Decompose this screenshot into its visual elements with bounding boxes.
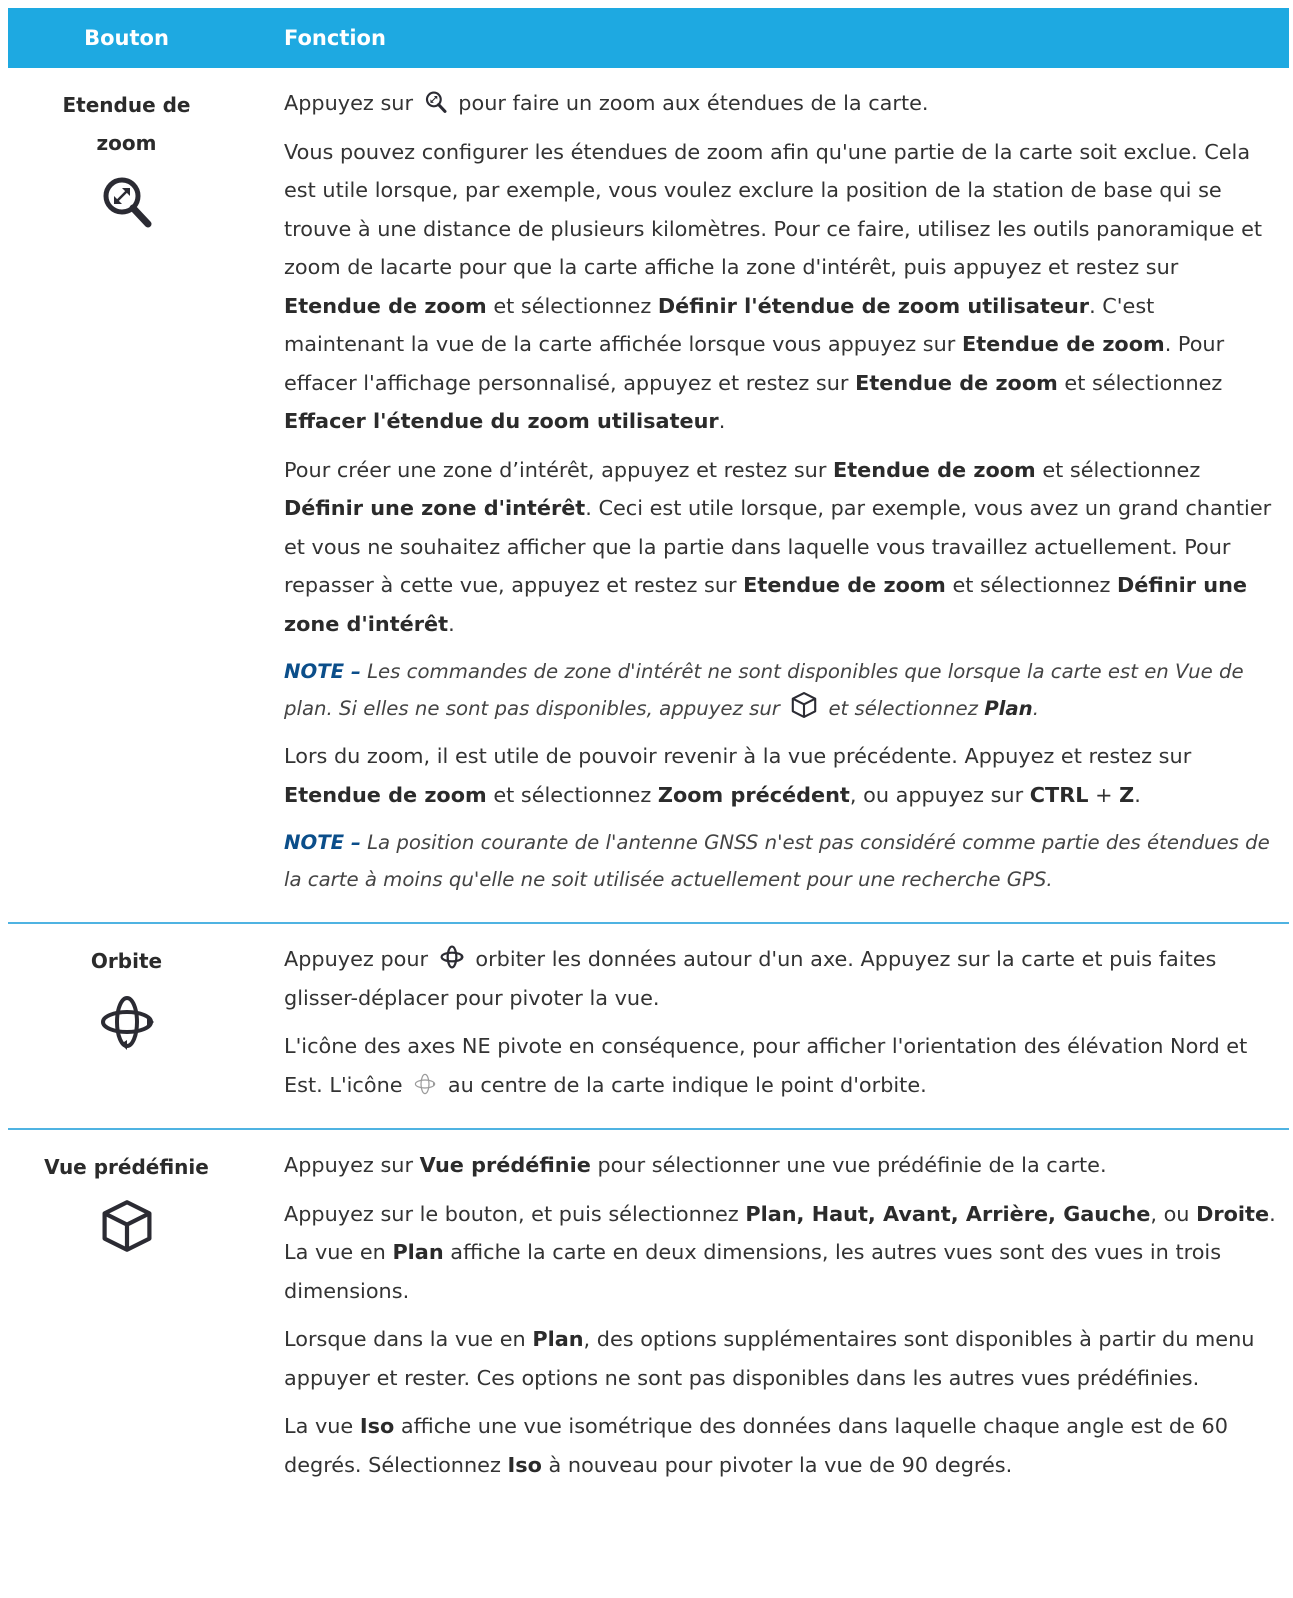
header-fonction: Fonction	[284, 26, 386, 50]
function-cell: Appuyez sur pour faire un zoom aux étend…	[245, 68, 1289, 922]
bold-term: Etendue de zoom	[855, 370, 1058, 395]
text: pour sélectionner une vue prédéfinie de …	[597, 1153, 1107, 1177]
bold-term: Définir une zone d'intérêt	[284, 496, 586, 520]
bold-term: Etendue de zoom	[743, 573, 946, 597]
bold-term: Vue prédéfinie	[419, 1153, 591, 1177]
table-row-predefined-view: Vue prédéfinie Appuyez sur Vue prédéfini…	[8, 1130, 1289, 1508]
button-name: Etendue de zoom	[8, 86, 245, 162]
bold-term: Iso	[507, 1452, 542, 1477]
cube-inline-icon	[791, 692, 817, 718]
paragraph: Lorsque dans la vue en Plan, des options…	[284, 1320, 1279, 1397]
text: à nouveau pour pivoter la vue de 90 degr…	[548, 1452, 1013, 1477]
key-ctrl: CTRL	[1029, 782, 1089, 807]
text: et sélectionnez	[493, 293, 652, 318]
text: et sélectionnez	[952, 573, 1111, 597]
zoom-extents-inline-icon	[425, 91, 447, 113]
text: .	[1134, 782, 1141, 807]
cube-icon[interactable]	[99, 1198, 155, 1254]
text: et sélectionnez	[1042, 457, 1201, 482]
bold-term: Effacer l'étendue du zoom utilisateur	[284, 409, 719, 433]
bold-term: Plan, Haut, Avant, Arrière, Gauche	[745, 1201, 1151, 1226]
button-name: Vue prédéfinie	[44, 1155, 209, 1179]
text: Lors du zoom, il est utile de pouvoir re…	[284, 744, 1192, 768]
bold-term: Plan	[984, 697, 1033, 720]
text: pour faire un zoom aux étendues de la ca…	[458, 91, 929, 115]
zoom-extents-icon[interactable]	[100, 174, 154, 230]
orbit-point-icon	[415, 1073, 436, 1094]
paragraph: La vue Iso affiche une vue isométrique d…	[284, 1407, 1279, 1484]
function-cell: Appuyez sur Vue prédéfinie pour sélectio…	[245, 1130, 1289, 1508]
bold-term: Définir l'étendue de zoom utilisateur	[657, 293, 1090, 318]
button-cell: Vue prédéfinie	[8, 1130, 245, 1508]
bold-term: Zoom précédent	[657, 782, 850, 807]
table-row-orbit: Orbite Appuyez pour orbiter les données …	[8, 924, 1289, 1130]
text: La position courante de l'antenne GNSS n…	[284, 831, 1270, 891]
text: , ou appuyez sur	[849, 782, 1024, 807]
paragraph: Appuyez pour orbiter les données autour …	[284, 940, 1279, 1017]
button-cell: Etendue de zoom	[8, 68, 245, 922]
button-cell: Orbite	[8, 924, 245, 1128]
text: Appuyez sur	[284, 1153, 414, 1177]
paragraph: Pour créer une zone d’intérêt, appuyez e…	[284, 451, 1279, 644]
function-cell: Appuyez pour orbiter les données autour …	[245, 924, 1289, 1128]
button-function-table: Bouton Fonction Etendue de zoom Appuyez …	[8, 8, 1289, 1508]
text: et sélectionnez	[828, 697, 978, 720]
text: Pour créer une zone d’intérêt, appuyez e…	[284, 457, 827, 482]
bold-term: Plan	[392, 1240, 444, 1264]
text: au centre de la carte indique le point d…	[447, 1072, 927, 1097]
note: NOTE – Les commandes de zone d'intérêt n…	[284, 653, 1279, 727]
text: La vue	[284, 1414, 354, 1438]
key-z: Z	[1119, 782, 1135, 807]
text: .	[1032, 697, 1039, 720]
bold-term: Etendue de zoom	[284, 782, 487, 807]
paragraph: Appuyez sur Vue prédéfinie pour sélectio…	[284, 1146, 1279, 1185]
bold-term: Droite	[1196, 1201, 1270, 1226]
paragraph: Appuyez sur pour faire un zoom aux étend…	[284, 84, 1279, 123]
text: .	[718, 409, 726, 433]
table-row-zoom-extents: Etendue de zoom Appuyez sur pour faire u…	[8, 68, 1289, 924]
paragraph: Appuyez sur le bouton, et puis sélection…	[284, 1195, 1279, 1311]
text: Lorsque dans la vue en	[284, 1327, 526, 1351]
text: et sélectionnez	[493, 782, 652, 807]
paragraph: L'icône des axes NE pivote en conséquenc…	[284, 1027, 1279, 1104]
text: , ou	[1150, 1201, 1190, 1226]
note: NOTE – La position courante de l'antenne…	[284, 824, 1279, 898]
bold-term: Iso	[359, 1414, 395, 1438]
text: et sélectionnez	[1064, 370, 1223, 395]
button-name-line1: Etendue de	[62, 93, 191, 117]
text: Les commandes de zone d'intérêt ne sont …	[284, 660, 1244, 720]
bold-term: Plan	[532, 1327, 584, 1351]
button-name: Orbite	[90, 949, 163, 973]
bold-term: Etendue de zoom	[833, 457, 1036, 482]
orbit-inline-icon	[440, 945, 464, 969]
text: Appuyez sur	[284, 91, 414, 115]
note-label: NOTE –	[284, 660, 361, 683]
button-name-line2: zoom	[96, 131, 157, 155]
table-header: Bouton Fonction	[8, 8, 1289, 68]
text: Appuyez pour	[284, 947, 429, 971]
header-bouton: Bouton	[84, 26, 169, 50]
text: +	[1095, 782, 1113, 807]
paragraph: Lors du zoom, il est utile de pouvoir re…	[284, 737, 1279, 814]
paragraph: Vous pouvez configurer les étendues de z…	[284, 133, 1279, 441]
bold-term: Etendue de zoom	[962, 332, 1165, 356]
bold-term: Etendue de zoom	[284, 293, 487, 318]
text: Appuyez sur le bouton, et puis sélection…	[284, 1201, 739, 1226]
note-label: NOTE –	[284, 831, 361, 854]
text: Vous pouvez configurer les étendues de z…	[284, 139, 1263, 280]
text: .	[448, 611, 455, 636]
orbit-icon[interactable]	[97, 992, 157, 1052]
